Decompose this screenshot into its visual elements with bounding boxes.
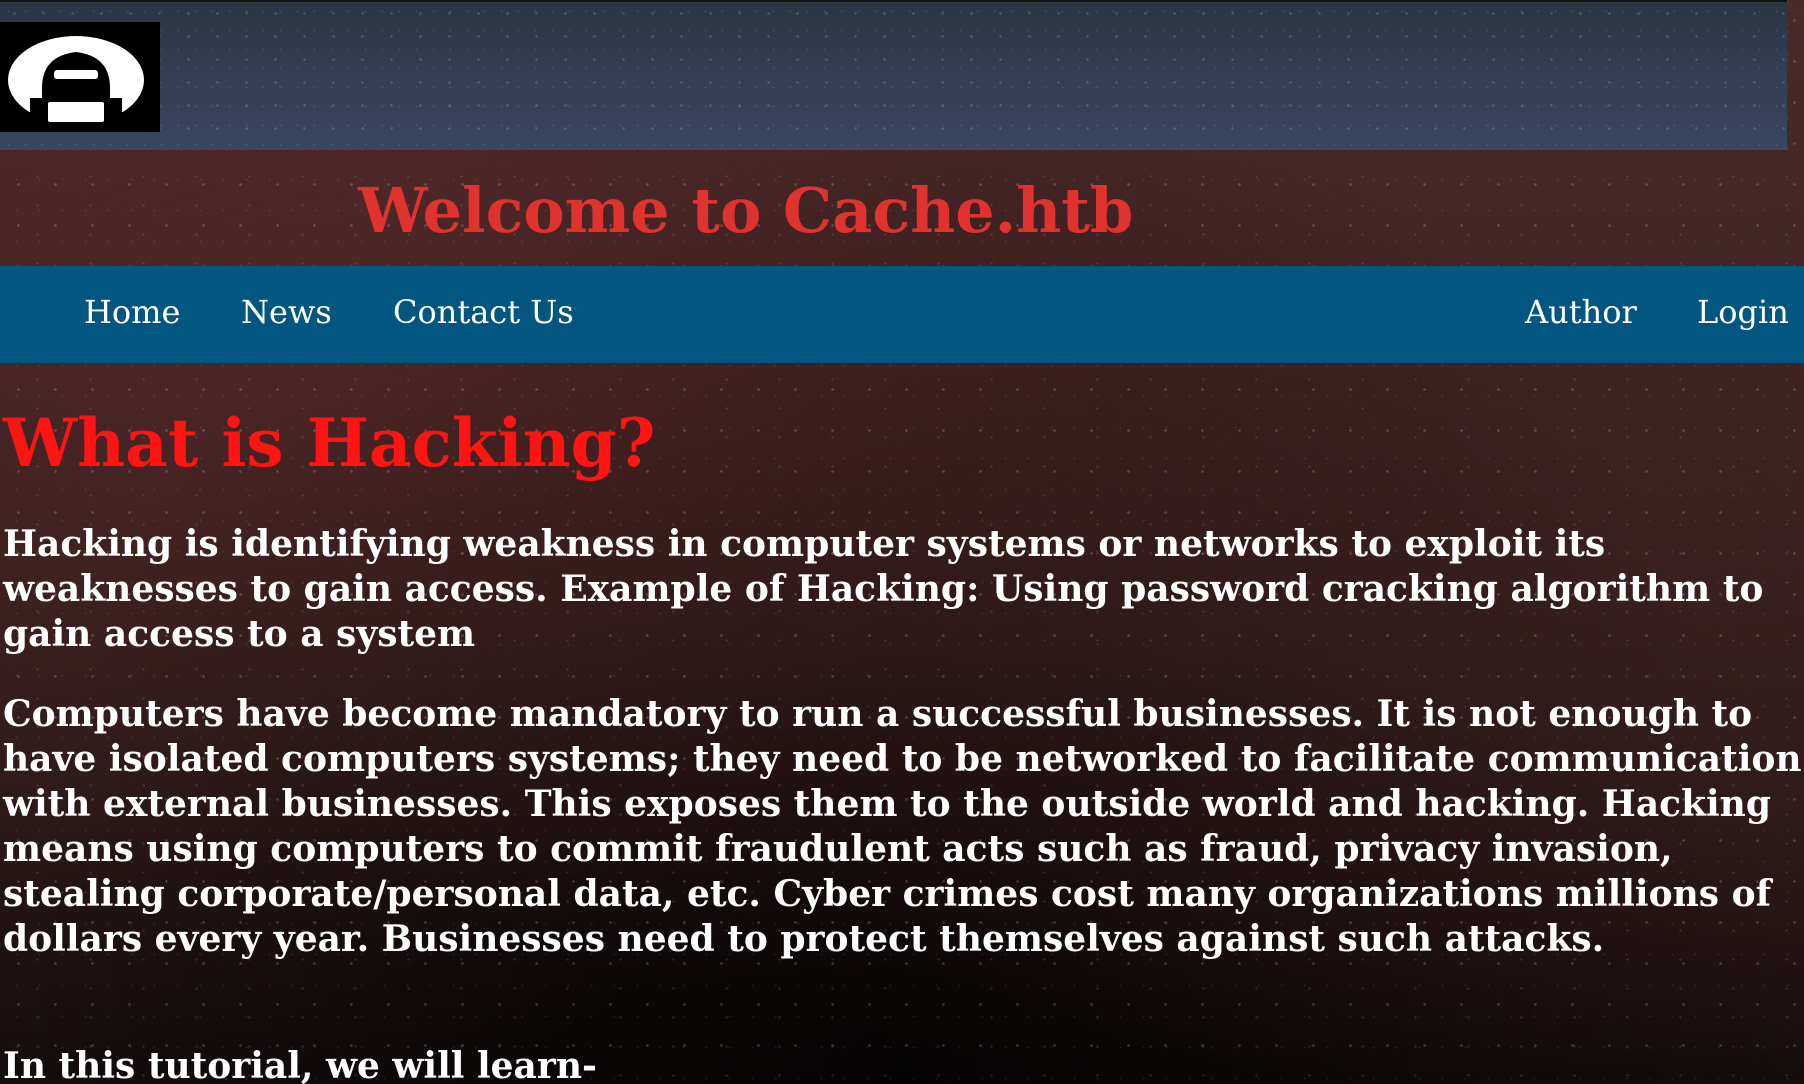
top-banner — [0, 0, 1787, 150]
nav-contact-link[interactable]: Contact Us — [393, 266, 574, 363]
nav-home-link[interactable]: Home — [84, 266, 180, 363]
article-paragraph-3: In this tutorial, we will learn- — [3, 1045, 597, 1084]
article-paragraph-1: Hacking is identifying weakness in compu… — [3, 523, 1764, 655]
nav-news-link[interactable]: News — [241, 266, 332, 363]
article-paragraph-2: Computers have become mandatory to run a… — [3, 693, 1802, 960]
hacker-hood-icon — [0, 22, 160, 132]
site-logo[interactable] — [0, 22, 160, 132]
main-navbar: Home News Contact Us Author Login — [0, 266, 1804, 363]
main-content: What is Hacking? Hacking is identifying … — [3, 398, 1803, 1084]
article-heading: What is Hacking? — [3, 404, 656, 482]
nav-author-link[interactable]: Author — [1525, 266, 1637, 363]
nav-login-link[interactable]: Login — [1697, 266, 1789, 363]
site-title: Welcome to Cache.htb — [358, 174, 1134, 247]
